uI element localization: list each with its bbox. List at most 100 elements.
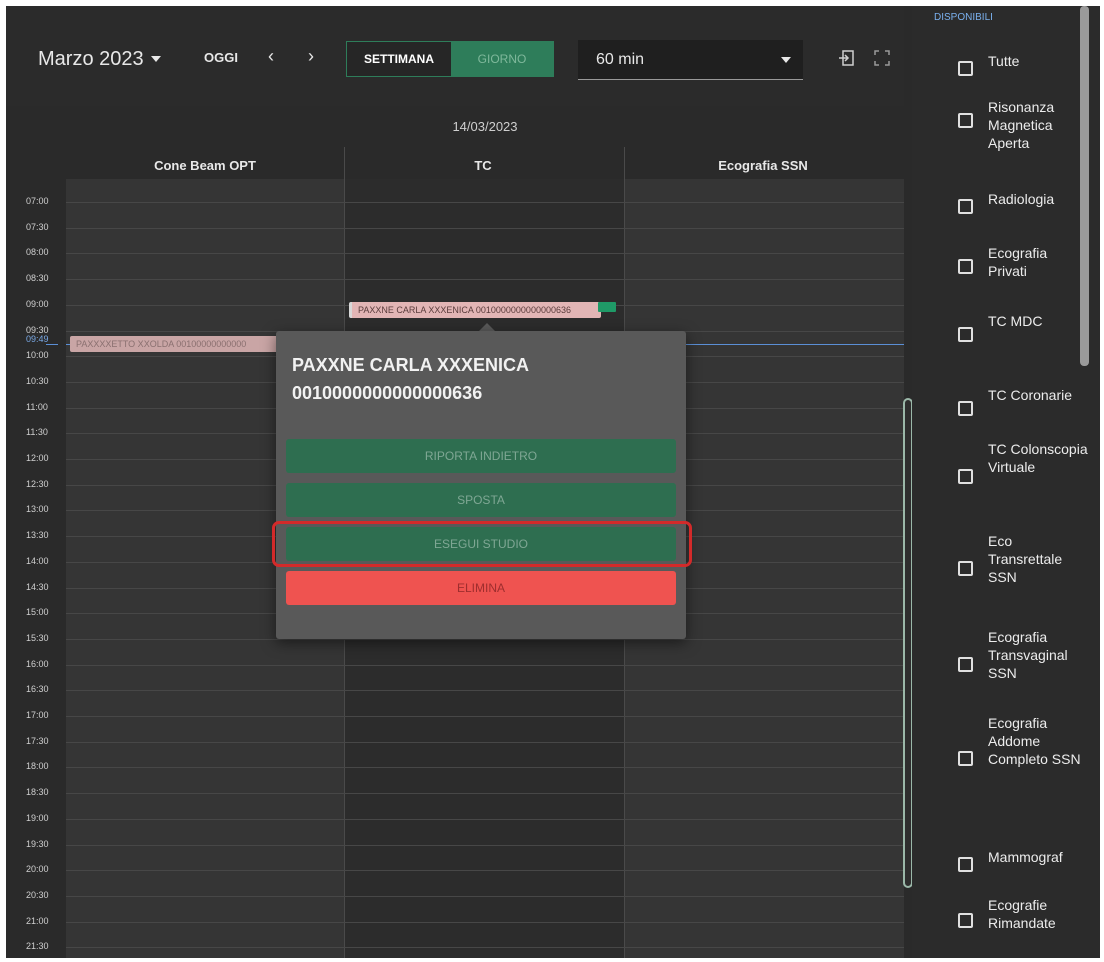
appointment-event[interactable]: PAXXXXETTO XXOLDA 00100000000000 [70,336,288,352]
column-header-ecografia: Ecografia SSN [718,158,808,173]
time-label: 08:00 [26,247,49,258]
sposta-button[interactable]: SPOSTA [286,483,676,517]
caret-down-icon[interactable] [151,56,161,62]
time-label: 13:00 [26,504,49,515]
time-axis: 07:00 07:30 08:00 08:30 09:00 09:30 10:00 10:30… [6,6,64,958]
time-label: 18:30 [26,787,49,798]
filter-label: Risonanza Magnetica Aperta [988,99,1055,151]
hour-line [66,741,904,743]
filter-checkbox[interactable] [958,913,973,928]
time-label: 21:30 [26,941,49,952]
hour-line [66,818,904,820]
filter-checkbox[interactable] [958,199,973,214]
chevron-right-icon[interactable]: › [308,46,314,67]
hour-line [66,253,904,255]
filter-checkbox[interactable] [958,401,973,416]
time-label: 20:30 [26,889,49,900]
day-view-button[interactable]: GIORNO [451,42,553,76]
time-label: 13:30 [26,530,49,541]
filter-checkbox[interactable] [958,469,973,484]
fullscreen-icon[interactable] [874,50,890,66]
calendar-app: Marzo 2023 OGGI ‹ › SETTIMANA GIORNO 60 … [6,6,1100,958]
filter-checkbox[interactable] [958,561,973,576]
popup-title: PAXXNE CARLA XXXENICA 001000000000000063… [292,355,529,403]
appointment-status-marker [598,302,616,312]
hour-line [66,279,904,281]
filter-checkbox[interactable] [958,327,973,342]
time-label: 08:30 [26,273,49,284]
hour-line [66,227,904,229]
filter-label: TC Coronarie [988,387,1073,403]
time-label: 07:30 [26,221,49,232]
hour-line [66,844,904,846]
time-label: 15:00 [26,607,49,618]
filter-label: TC Colonscopia Virtuale [988,441,1088,475]
hour-line [66,767,904,769]
hour-line [66,895,904,897]
current-time-label: 09:49 [26,334,49,344]
panel-title: DISPONIBILI [934,12,993,23]
time-label: 09:00 [26,298,49,309]
time-label: 17:30 [26,735,49,746]
filter-checkbox[interactable] [958,657,973,672]
filter-label: Eco Transrettale SSN [988,533,1063,585]
time-label: 19:00 [26,812,49,823]
filter-label: Ecografia Transvaginal SSN [988,629,1068,681]
chevron-left-icon[interactable]: ‹ [268,46,274,67]
hour-line [66,664,904,666]
time-label: 15:30 [26,632,49,643]
highlight-annotation [272,521,692,567]
filter-checkbox[interactable] [958,61,973,76]
filter-checkbox[interactable] [958,751,973,766]
time-label: 07:00 [26,196,49,206]
week-view-button[interactable]: SETTIMANA [347,42,451,76]
time-label: 11:00 [26,401,48,412]
riporta-indietro-button[interactable]: RIPORTA INDIETRO [286,439,676,473]
toolbar: Marzo 2023 OGGI ‹ › SETTIMANA GIORNO 60 … [6,6,904,106]
time-label: 18:00 [26,761,49,772]
time-label: 19:30 [26,838,49,849]
time-label: 12:30 [26,478,49,489]
time-label: 14:30 [26,581,49,592]
time-label: 20:00 [26,864,49,875]
time-label: 16:00 [26,658,49,669]
filter-checkbox[interactable] [958,857,973,872]
hour-line [66,870,904,872]
filter-checkbox[interactable] [958,259,973,274]
time-label: 17:00 [26,710,49,720]
time-label: 10:00 [26,350,49,361]
view-toggle: SETTIMANA GIORNO [346,41,554,77]
filter-label: Ecografia Privati [988,245,1048,279]
time-label: 10:30 [26,375,49,386]
interval-value: 60 min [596,50,645,68]
time-label: 21:00 [26,915,49,926]
hour-line [66,638,904,640]
time-label: 12:00 [26,453,49,463]
filter-label: Ecografie Rimandate [988,897,1056,931]
interval-select[interactable]: 60 min [578,40,803,80]
hour-line [66,716,904,717]
exit-icon[interactable] [838,50,854,66]
filter-label: Ecografia Addome Completo SSN [988,715,1081,767]
current-time-tick [46,344,58,345]
filter-label: TC MDC [988,313,1043,329]
caret-down-icon [781,57,791,63]
calendar-date: 14/03/2023 [452,119,518,134]
hour-line [66,690,904,692]
filter-panel: DISPONIBILI Tutte Risonanza Magnetica Ape… [912,6,1100,958]
time-label: 11:30 [26,427,48,438]
filter-label: Tutte [988,53,1020,69]
appointment-popup: PAXXNE CARLA XXXENICA 001000000000000063… [276,331,686,639]
hour-line [66,947,904,949]
time-label: 09:30 [26,324,49,335]
today-button[interactable]: OGGI [204,50,238,65]
time-label: 14:00 [26,555,49,566]
elimina-button[interactable]: ELIMINA [286,571,676,605]
column-header-tc: TC [474,158,492,173]
filter-checkbox[interactable] [958,113,973,128]
filter-label: Mammograf [988,849,1063,865]
hour-line [66,793,904,795]
time-label: 16:30 [26,684,49,695]
filter-label: Radiologia [988,191,1055,207]
appointment-event-selected[interactable]: PAXXNE CARLA XXXENICA 001000000000000063… [349,302,601,318]
